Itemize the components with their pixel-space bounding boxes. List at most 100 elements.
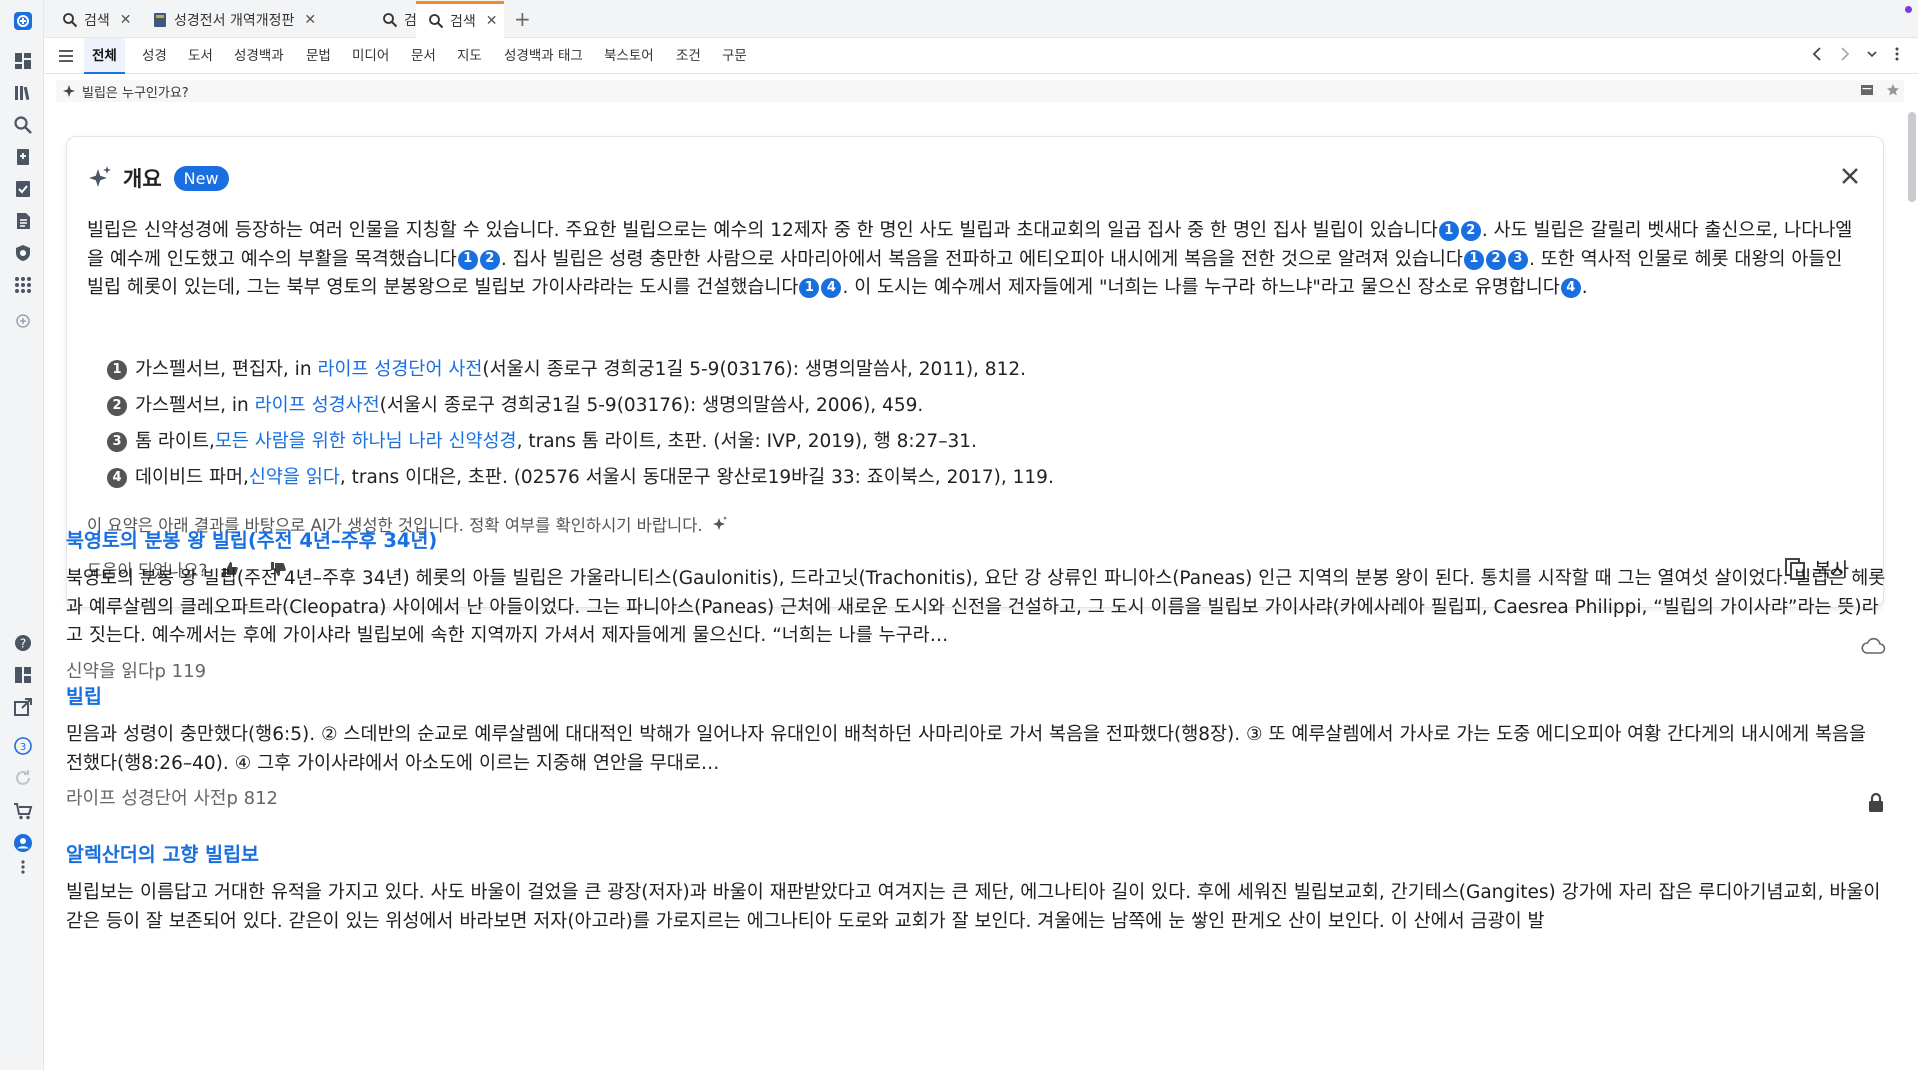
more-vertical-icon[interactable] [1892,46,1902,62]
layout-icon[interactable] [12,664,34,686]
citation-marker[interactable]: 1 [799,278,820,298]
tab-label: 검색 [84,13,110,29]
filter-grammar[interactable]: 문법 [306,38,331,74]
document-add-icon[interactable] [12,146,34,168]
reference-item: 4 데이비드 파머, 신약을 읽다 , trans 이대은, 초판. (0257… [107,460,1054,496]
citation-marker[interactable]: 2 [1485,249,1506,270]
citation-marker[interactable]: 4 [1560,278,1581,298]
reference-prefix: 톰 라이트, [135,431,215,452]
citation-marker[interactable]: 4 [821,278,842,298]
result-title[interactable]: 알렉산더의 고향 빌립보 [66,838,1886,867]
reference-number: 2 [107,396,127,416]
summary-text: 빌립은 신약성경에 등장하는 여러 인물을 지칭할 수 있습니다. 주요한 빌립… [87,220,1438,241]
tab-search-1[interactable]: 검색 ✕ [50,4,134,36]
app-logo-icon[interactable] [12,10,34,32]
tab-bible[interactable]: 성경전서 개역개정판 ✕ [140,4,364,36]
search-result: 알렉산더의 고향 빌립보 빌립보는 이름답고 거대한 유적을 가지고 있다. 사… [66,838,1886,936]
filter-encyclopedia-tags[interactable]: 성경백과 태그 [504,38,583,74]
result-source[interactable]: 신약을 읽다p 119 [66,657,1886,683]
notification-count-icon[interactable]: 3 [12,735,34,757]
apps-grid-icon[interactable] [12,274,34,296]
library-icon[interactable] [12,82,34,104]
scrollbar[interactable] [1908,112,1916,202]
reference-prefix: 가스펠서브, 편집자, in [135,359,312,380]
result-title[interactable]: 빌립 [66,680,1886,709]
reference-item: 1 가스펠서브, 편집자, in 라이프 성경단어 사전 (서울시 종로구 경희… [107,352,1054,388]
close-icon[interactable] [1839,165,1861,187]
forward-icon[interactable] [1838,46,1852,62]
citation-marker[interactable]: 3 [1507,249,1528,270]
help-icon[interactable]: ? [12,632,34,654]
add-circle-icon[interactable] [12,310,34,332]
menu-icon[interactable] [58,48,74,64]
result-title[interactable]: 북영토의 분봉 왕 빌립(주전 4년–주후 34년) [66,524,1886,553]
close-icon[interactable]: ✕ [120,12,132,28]
close-icon[interactable]: ✕ [486,13,498,29]
reference-item: 3 톰 라이트, 모든 사람을 위한 하나님 나라 신약성경 , trans 톰… [107,424,1054,460]
shield-icon[interactable] [12,242,34,264]
overview-title: 개요 [123,167,162,191]
tab-search-active[interactable]: 검색 ✕ [416,1,504,38]
checklist-icon[interactable] [12,178,34,200]
reference-number: 1 [107,360,127,380]
reference-number: 4 [107,468,127,488]
reference-prefix: 가스펠서브, in [135,395,249,416]
account-icon[interactable] [12,832,34,854]
results-content: 개요 New 빌립은 신약성경에 등장하는 여러 인물을 지칭할 수 있습니다.… [44,110,1904,1070]
reference-link[interactable]: 모든 사람을 위한 하나님 나라 신약성경 [215,424,517,460]
citation-marker[interactable]: 1 [1438,221,1459,241]
result-snippet: 빌립보는 이름답고 거대한 유적을 가지고 있다. 사도 바울이 걸었을 큰 광… [66,882,1881,932]
filter-syntax[interactable]: 구문 [722,38,747,74]
cart-icon[interactable] [12,800,34,822]
search-icon [383,13,398,28]
more-vertical-icon[interactable] [12,856,34,878]
new-badge: New [173,165,229,191]
reference-suffix: , trans 톰 라이트, 초판. (서울: IVP, 2019), 행 8:… [516,431,977,452]
filter-encyclopedia[interactable]: 성경백과 [234,38,284,74]
reference-link[interactable]: 라이프 성경단어 사전 [317,352,482,388]
filter-documents[interactable]: 문서 [411,38,436,74]
tab-label: 성경전서 개역개정판 [174,13,295,29]
query-bar[interactable]: 빌립은 누구인가요? [56,80,1904,102]
filter-media[interactable]: 미디어 [352,38,389,74]
sync-icon[interactable] [12,767,34,789]
sparkle-icon [89,166,111,187]
reference-suffix: (서울시 종로구 경희궁1길 5-9(03176): 생명의말씀사, 2011)… [482,359,1026,380]
star-icon[interactable] [1886,83,1900,97]
filter-bookstore[interactable]: 북스토어 [604,38,654,74]
lock-icon [1869,792,1883,812]
reference-link[interactable]: 라이프 성경사전 [255,388,380,424]
filter-bible[interactable]: 성경 [142,38,167,74]
citation-marker[interactable]: 1 [457,249,478,270]
new-tab-button[interactable]: + [514,7,531,31]
overview-summary: 빌립은 신약성경에 등장하는 여러 인물을 지칭할 수 있습니다. 주요한 빌립… [87,217,1865,303]
external-link-icon[interactable] [12,696,34,718]
notes-icon[interactable] [12,210,34,232]
tab-label: 검색 [450,14,476,30]
close-icon[interactable]: ✕ [304,12,316,28]
filter-maps[interactable]: 지도 [457,38,482,74]
chevron-down-icon[interactable] [1866,46,1878,62]
reference-link[interactable]: 신약을 읽다 [249,460,340,496]
filter-conditions[interactable]: 조건 [676,38,701,74]
query-text: 빌립은 누구인가요? [82,85,189,101]
reference-prefix: 데이비드 파머, [135,467,249,488]
result-source[interactable]: 라이프 성경단어 사전p 812 [66,784,1886,810]
left-rail: ? 3 [0,0,44,1070]
search-icon[interactable] [12,114,34,136]
status-dot [1905,6,1912,13]
summary-text: . [1581,277,1588,298]
back-icon[interactable] [1810,46,1824,62]
panel-icon[interactable] [1860,83,1874,97]
cloud-icon[interactable] [1860,636,1886,656]
citation-marker[interactable]: 1 [1463,249,1484,270]
filter-books[interactable]: 도서 [188,38,213,74]
citation-marker[interactable]: 2 [479,249,500,270]
filter-all[interactable]: 전체 [84,38,125,74]
summary-text: . 이 도시는 예수께서 제자들에게 "너희는 나를 누구라 하느냐"라고 물으… [842,277,1560,298]
citation-marker[interactable]: 2 [1460,221,1481,241]
dashboard-icon[interactable] [12,50,34,72]
search-result: 빌립 믿음과 성령이 충만했다(행6:5). ② 스데반의 순교로 예루살렘에 … [66,680,1886,812]
book-icon [154,13,166,27]
svg-text:3: 3 [20,742,26,753]
